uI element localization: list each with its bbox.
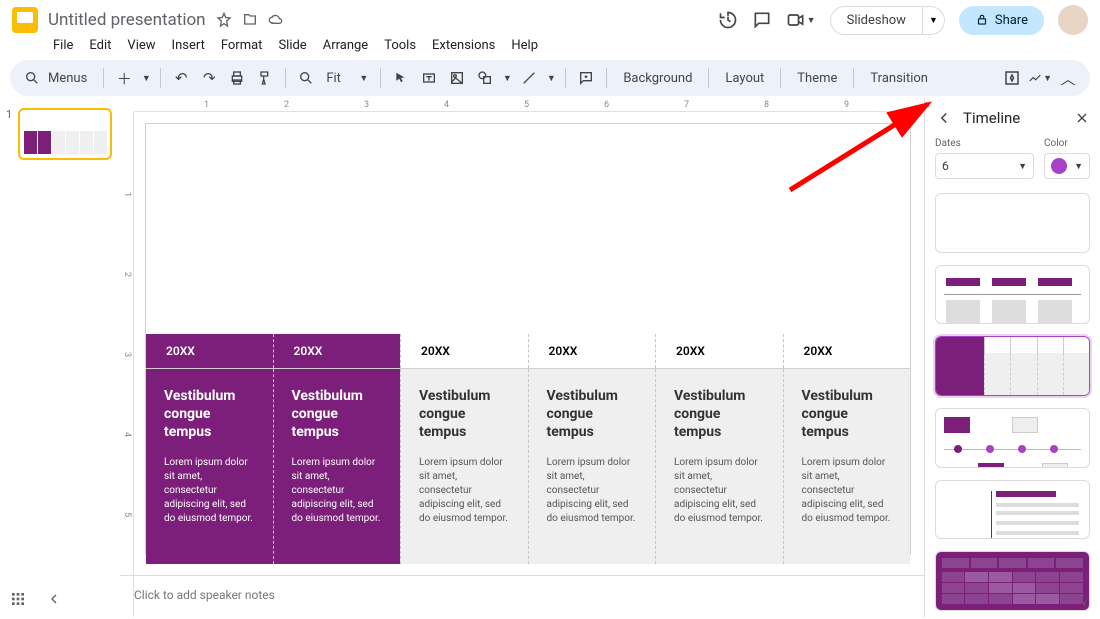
panel-title: Timeline [963, 109, 1020, 127]
dates-label: Dates [935, 138, 1034, 149]
year-cell[interactable]: 20XX [655, 334, 783, 368]
select-tool[interactable] [389, 66, 413, 90]
meet-icon[interactable]: ▼ [786, 10, 816, 30]
menu-help[interactable]: Help [504, 36, 545, 54]
star-icon[interactable] [216, 12, 232, 28]
menu-slide[interactable]: Slide [271, 36, 313, 54]
toolbar: Menus ＋ ▼ ↶ ↷ Fit▼ ▼ ▼ Background Layout… [10, 60, 1090, 96]
menu-format[interactable]: Format [214, 36, 270, 54]
collapse-toolbar-icon[interactable]: ︿ [1056, 66, 1080, 90]
year-cell[interactable]: 20XX [273, 334, 401, 368]
slideshow-dropdown[interactable]: ▼ [923, 6, 945, 35]
menu-insert[interactable]: Insert [165, 36, 212, 54]
print-button[interactable] [225, 66, 249, 90]
slideshow-button[interactable]: Slideshow [830, 6, 923, 35]
timeline-column[interactable]: Vestibulum congue tempusLorem ipsum dolo… [655, 369, 783, 564]
timeline-column[interactable]: Vestibulum congue tempusLorem ipsum dolo… [273, 369, 401, 564]
slide-thumbnail-1[interactable] [18, 108, 112, 160]
speaker-notes[interactable]: Click to add speaker notes [120, 575, 924, 617]
menu-bar: File Edit View Insert Format Slide Arran… [0, 36, 1100, 58]
menu-view[interactable]: View [120, 36, 162, 54]
zoom-tool-icon[interactable] [294, 66, 318, 90]
collapse-filmstrip-icon[interactable] [46, 591, 64, 609]
timeline-template-4[interactable] [935, 408, 1090, 468]
redo-button[interactable]: ↷ [197, 66, 221, 90]
timeline-panel: Timeline Dates 6▼ Color ▼ [924, 98, 1100, 617]
timeline-template-2[interactable] [935, 265, 1090, 325]
timeline-template-6[interactable] [935, 551, 1090, 611]
timeline-column[interactable]: Vestibulum congue tempusLorem ipsum dolo… [783, 369, 911, 564]
year-cell[interactable]: 20XX [400, 334, 528, 368]
theme-button[interactable]: Theme [789, 67, 845, 90]
line-tool[interactable] [517, 66, 541, 90]
layout-button[interactable]: Layout [717, 67, 772, 90]
line-dropdown[interactable]: ▼ [545, 66, 557, 90]
color-swatch-icon [1051, 158, 1067, 174]
timeline-template-1[interactable] [935, 193, 1090, 253]
cloud-status-icon[interactable] [268, 12, 284, 28]
search-menus-icon[interactable] [20, 66, 44, 90]
timeline-column[interactable]: Vestibulum congue tempusLorem ipsum dolo… [146, 369, 273, 564]
transition-button[interactable]: Transition [862, 67, 936, 90]
grid-view-icon[interactable] [10, 591, 28, 609]
share-label: Share [995, 13, 1028, 28]
slide-canvas[interactable]: 20XX 20XX 20XX 20XX 20XX 20XX Vestibulum… [146, 124, 910, 554]
canvas-area: 1 2 3 4 5 6 7 8 9 1 2 3 4 5 20XX 20XX 20… [120, 98, 924, 617]
timeline-column[interactable]: Vestibulum congue tempusLorem ipsum dolo… [400, 369, 528, 564]
back-icon[interactable] [935, 109, 953, 127]
history-icon[interactable] [718, 10, 738, 30]
shape-tool[interactable] [473, 66, 497, 90]
doc-title-input[interactable] [48, 10, 208, 30]
year-cell[interactable]: 20XX [528, 334, 656, 368]
background-button[interactable]: Background [615, 67, 700, 90]
close-panel-icon[interactable] [1074, 110, 1090, 126]
menu-file[interactable]: File [46, 36, 80, 54]
color-select[interactable]: ▼ [1044, 153, 1090, 179]
year-cell[interactable]: 20XX [783, 334, 911, 368]
textbox-tool[interactable] [417, 66, 441, 90]
new-slide-dropdown[interactable]: ▼ [140, 66, 152, 90]
paint-format-button[interactable] [253, 66, 277, 90]
slide-number: 1 [6, 108, 12, 121]
comment-tool[interactable] [574, 66, 598, 90]
zoom-select[interactable]: Fit▼ [322, 69, 372, 88]
new-slide-button[interactable]: ＋ [112, 66, 136, 90]
title-bar: ▼ Slideshow ▼ Share [0, 0, 1100, 36]
mode-dropdown[interactable]: ▼ [1028, 66, 1052, 90]
comments-icon[interactable] [752, 10, 772, 30]
filmstrip: 1 [0, 98, 120, 617]
image-tool[interactable] [445, 66, 469, 90]
slides-logo-icon[interactable] [12, 7, 38, 33]
account-avatar[interactable] [1058, 5, 1088, 35]
shape-dropdown[interactable]: ▼ [501, 66, 513, 90]
ruler-vertical: 1 2 3 4 5 [120, 112, 134, 617]
undo-button[interactable]: ↶ [169, 66, 193, 90]
move-icon[interactable] [242, 12, 258, 28]
menu-edit[interactable]: Edit [82, 36, 118, 54]
menu-extensions[interactable]: Extensions [425, 36, 502, 54]
menu-tools[interactable]: Tools [377, 36, 423, 54]
menu-arrange[interactable]: Arrange [316, 36, 375, 54]
menus-label: Menus [48, 71, 87, 86]
expand-sidepanel-icon[interactable]: ‹ [1082, 593, 1098, 609]
dates-select[interactable]: 6▼ [935, 153, 1034, 179]
timeline-column[interactable]: Vestibulum congue tempusLorem ipsum dolo… [528, 369, 656, 564]
share-button[interactable]: Share [959, 6, 1044, 35]
ask-gemini-icon[interactable] [1000, 66, 1024, 90]
timeline-template-5[interactable] [935, 480, 1090, 540]
year-cell[interactable]: 20XX [146, 334, 273, 368]
timeline-template-3[interactable] [935, 336, 1090, 396]
color-label: Color [1044, 138, 1090, 149]
ruler-horizontal: 1 2 3 4 5 6 7 8 9 [134, 98, 924, 112]
template-list[interactable] [925, 187, 1100, 617]
